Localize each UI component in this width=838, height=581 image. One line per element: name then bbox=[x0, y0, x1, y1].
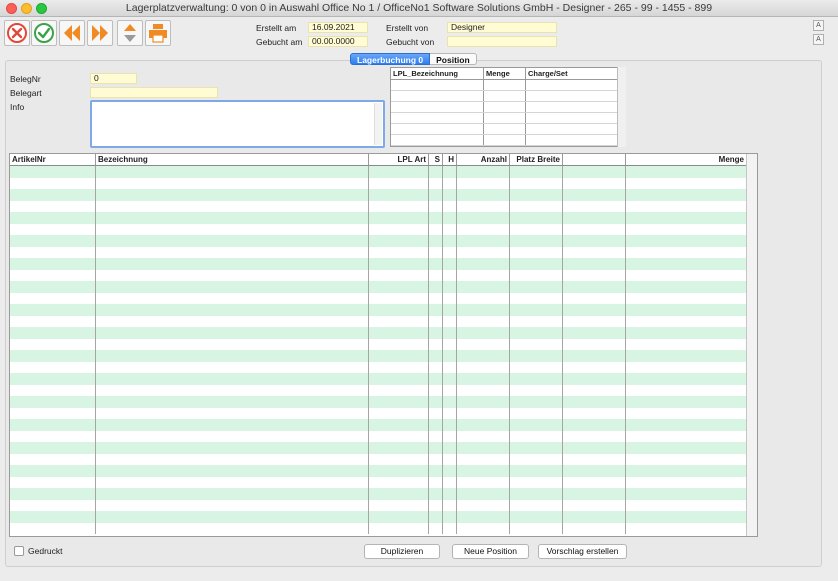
font-increase-button[interactable]: A bbox=[813, 20, 824, 31]
column-header-lpl-art[interactable]: LPL Art bbox=[369, 154, 429, 165]
erstellt-am-label: Erstellt am bbox=[256, 23, 297, 33]
erstellt-von-label: Erstellt von bbox=[386, 23, 429, 33]
duplizieren-button[interactable]: Duplizieren bbox=[364, 544, 440, 559]
column-header-menge[interactable]: Menge bbox=[484, 68, 526, 79]
confirm-button[interactable] bbox=[31, 20, 57, 46]
table-row[interactable] bbox=[10, 246, 757, 258]
column-header-platz-breite[interactable]: Platz Breite bbox=[510, 154, 563, 165]
table-row[interactable] bbox=[10, 258, 757, 270]
table-row[interactable] bbox=[391, 124, 625, 135]
table-row[interactable] bbox=[10, 223, 757, 235]
gebucht-am-field[interactable]: 00.00.0000 bbox=[308, 36, 368, 47]
table-row[interactable] bbox=[10, 281, 757, 293]
column-header-bezeichnung[interactable]: Bezeichnung bbox=[96, 154, 369, 165]
gedruckt-label: Gedruckt bbox=[28, 546, 63, 556]
table-row[interactable] bbox=[10, 384, 757, 396]
table-row[interactable] bbox=[391, 80, 625, 91]
positions-grid-scrollbar[interactable] bbox=[746, 154, 757, 536]
table-row[interactable] bbox=[10, 488, 757, 500]
window-title: Lagerplatzverwaltung: 0 von 0 in Auswahl… bbox=[125, 2, 713, 14]
belegart-label: Belegart bbox=[10, 88, 42, 98]
table-row[interactable] bbox=[391, 91, 625, 102]
info-label: Info bbox=[10, 102, 25, 112]
column-header-h[interactable]: H bbox=[443, 154, 457, 165]
vorschlag-erstellen-button[interactable]: Vorschlag erstellen bbox=[538, 544, 627, 559]
tab-lagerbuchung[interactable]: Lagerbuchung 0 bbox=[350, 53, 431, 65]
lagerplatz-table-header: LPL_Bezeichnung Menge Charge/Set bbox=[391, 68, 625, 80]
tab-bar: Lagerbuchung 0 Position bbox=[350, 53, 477, 65]
sort-button[interactable] bbox=[117, 20, 143, 46]
table-row[interactable] bbox=[10, 396, 757, 408]
cancel-button[interactable] bbox=[4, 20, 30, 46]
confirm-icon bbox=[34, 23, 54, 43]
previous-icon bbox=[64, 25, 80, 41]
table-row[interactable] bbox=[10, 373, 757, 385]
positions-grid: ArtikelNr Bezeichnung LPL Art S H Anzahl… bbox=[9, 153, 758, 537]
table-row[interactable] bbox=[10, 235, 757, 247]
table-row[interactable] bbox=[10, 189, 757, 201]
table-row[interactable] bbox=[10, 511, 757, 523]
column-header-empty[interactable] bbox=[563, 154, 626, 165]
table-row[interactable] bbox=[10, 292, 757, 304]
info-scrollbar[interactable] bbox=[374, 103, 382, 145]
table-row[interactable] bbox=[10, 304, 757, 316]
column-header-artikelnr[interactable]: ArtikelNr bbox=[10, 154, 96, 165]
neue-position-button[interactable]: Neue Position bbox=[452, 544, 529, 559]
table-row[interactable] bbox=[10, 407, 757, 419]
previous-button[interactable] bbox=[59, 20, 85, 46]
table-row[interactable] bbox=[10, 442, 757, 454]
column-header-charge-set[interactable]: Charge/Set bbox=[526, 68, 625, 79]
table-row[interactable] bbox=[10, 361, 757, 373]
table-row[interactable] bbox=[10, 338, 757, 350]
positions-grid-header: ArtikelNr Bezeichnung LPL Art S H Anzahl… bbox=[10, 154, 757, 166]
table-row[interactable] bbox=[10, 476, 757, 488]
table-row[interactable] bbox=[10, 522, 757, 534]
table-row[interactable] bbox=[10, 212, 757, 224]
table-row[interactable] bbox=[10, 419, 757, 431]
table-row[interactable] bbox=[391, 113, 625, 124]
next-icon bbox=[92, 25, 108, 41]
print-button[interactable] bbox=[145, 20, 171, 46]
belegnr-field[interactable]: 0 bbox=[90, 73, 137, 84]
font-decrease-button[interactable]: A bbox=[813, 34, 824, 45]
column-header-s[interactable]: S bbox=[429, 154, 443, 165]
toolbar: Erstellt am 16.09.2021 Gebucht am 00.00.… bbox=[0, 17, 838, 51]
belegart-field[interactable] bbox=[90, 87, 218, 98]
table-row[interactable] bbox=[10, 350, 757, 362]
title-bar: Lagerplatzverwaltung: 0 von 0 in Auswahl… bbox=[0, 0, 838, 17]
gebucht-von-field[interactable] bbox=[447, 36, 557, 47]
tab-position[interactable]: Position bbox=[430, 53, 477, 65]
table-row[interactable] bbox=[391, 102, 625, 113]
table-row[interactable] bbox=[10, 166, 757, 178]
table-row[interactable] bbox=[10, 269, 757, 281]
lagerplatz-table-scrollbar[interactable] bbox=[617, 67, 626, 147]
table-row[interactable] bbox=[10, 327, 757, 339]
column-header-lpl-bezeichnung[interactable]: LPL_Bezeichnung bbox=[391, 68, 484, 79]
positions-grid-body bbox=[10, 166, 757, 534]
gedruckt-checkbox[interactable] bbox=[14, 546, 24, 556]
gebucht-von-label: Gebucht von bbox=[386, 37, 435, 47]
erstellt-am-field[interactable]: 16.09.2021 bbox=[308, 22, 368, 33]
print-icon bbox=[149, 24, 167, 43]
column-header-anzahl[interactable]: Anzahl bbox=[457, 154, 510, 165]
gebucht-am-label: Gebucht am bbox=[256, 37, 303, 47]
table-row[interactable] bbox=[10, 499, 757, 511]
table-row[interactable] bbox=[10, 430, 757, 442]
table-row[interactable] bbox=[391, 135, 625, 146]
sort-icon bbox=[124, 24, 136, 42]
cancel-icon bbox=[7, 23, 27, 43]
lagerplatz-table: LPL_Bezeichnung Menge Charge/Set bbox=[390, 67, 626, 147]
erstellt-von-field[interactable]: Designer bbox=[447, 22, 557, 33]
info-text bbox=[92, 102, 383, 106]
table-row[interactable] bbox=[10, 200, 757, 212]
next-button[interactable] bbox=[87, 20, 113, 46]
gedruckt-checkbox-group: Gedruckt bbox=[14, 546, 63, 556]
table-row[interactable] bbox=[10, 453, 757, 465]
table-row[interactable] bbox=[10, 315, 757, 327]
info-textarea[interactable] bbox=[90, 100, 385, 148]
column-header-menge[interactable]: Menge bbox=[626, 154, 747, 165]
table-row[interactable] bbox=[10, 177, 757, 189]
table-row[interactable] bbox=[10, 465, 757, 477]
belegnr-label: BelegNr bbox=[10, 74, 41, 84]
